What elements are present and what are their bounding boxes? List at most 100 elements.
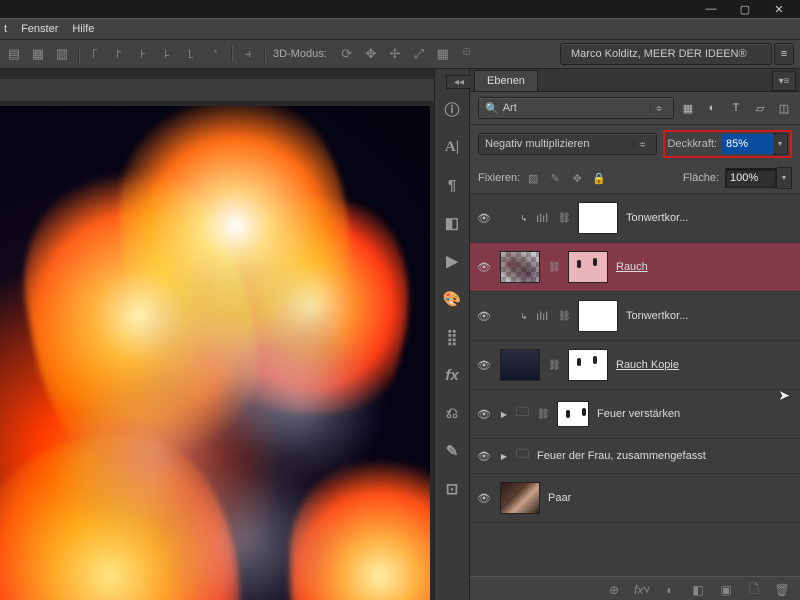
3d-roll-icon[interactable]: ✥ — [363, 46, 379, 62]
blend-mode-select[interactable]: Negativ multiplizieren ≑ — [478, 133, 657, 155]
opacity-field[interactable]: ▼ — [721, 134, 788, 154]
layer-name[interactable]: Feuer der Frau, zusammengefasst — [537, 450, 706, 462]
layer-name[interactable]: Tonwertkor... — [626, 212, 688, 224]
histogram-panel-icon[interactable]: ⣿ — [442, 327, 462, 347]
delete-layer-icon[interactable]: 🗑 — [774, 583, 790, 597]
brush-panel-icon[interactable]: ✎ — [442, 441, 462, 461]
new-group-icon[interactable]: ▣ — [718, 583, 734, 597]
document-tabstrip[interactable] — [0, 79, 434, 102]
timeline-panel-icon[interactable]: ▶ — [442, 251, 462, 271]
group-disclosure-icon[interactable]: ▶ — [500, 452, 508, 461]
layer-row[interactable]: 👁 ⛓ Rauch — [470, 243, 800, 292]
clone-source-panel-icon[interactable]: ⎌ — [442, 403, 462, 423]
filter-adjust-icon[interactable]: ◐ — [704, 100, 720, 116]
visibility-icon[interactable]: 👁 — [476, 450, 492, 463]
opacity-flyout-arrow-icon[interactable]: ▼ — [773, 133, 788, 155]
filter-smart-icon[interactable]: ◫ — [776, 100, 792, 116]
panel-collapse-handle[interactable]: ◂◂ — [446, 75, 472, 89]
workspace-select[interactable]: Marco Kolditz, MEER DER IDEEN® — [560, 43, 772, 65]
mask-thumbnail[interactable] — [578, 300, 618, 332]
maximize-icon[interactable]: ▢ — [734, 2, 756, 16]
workspace-menu-arrow-icon[interactable]: ≡ — [774, 43, 794, 65]
layer-name[interactable]: Rauch Kopie — [616, 359, 679, 371]
dropdown-arrow-icon: ≑ — [633, 140, 650, 149]
3d-camera-icon[interactable]: ⯐ — [459, 46, 475, 62]
new-layer-icon[interactable]: 🗋 — [746, 580, 762, 600]
lock-transparency-icon[interactable]: ▨ — [526, 171, 540, 185]
3d-slide-icon[interactable]: ⤢ — [411, 46, 427, 62]
filter-type-icon[interactable]: T — [728, 100, 744, 116]
visibility-icon[interactable]: 👁 — [476, 492, 492, 505]
filter-pixel-icon[interactable]: ▦ — [680, 100, 696, 116]
layer-name[interactable]: Paar — [548, 492, 571, 504]
layer-effects-icon[interactable]: fx˅ — [634, 583, 650, 597]
paragraph-panel-icon[interactable]: ¶ — [442, 175, 462, 195]
layer-name[interactable]: Tonwertkor... — [626, 310, 688, 322]
layer-thumbnail[interactable] — [500, 251, 540, 283]
distribute-hcenter-icon[interactable]: ꜖ — [183, 46, 199, 62]
distribute-top-icon[interactable]: ꜒ — [87, 46, 103, 62]
navigator-panel-icon[interactable]: ⊡ — [442, 479, 462, 499]
fill-flyout-arrow-icon[interactable]: ▼ — [777, 167, 792, 189]
layer-filter-kind-select[interactable]: 🔍 Art ≑ — [478, 97, 674, 119]
minimize-icon[interactable]: — — [700, 2, 722, 16]
mask-thumbnail[interactable] — [578, 202, 618, 234]
align-right-icon[interactable]: ▥ — [54, 46, 70, 62]
layer-row[interactable]: 👁 ↳ ılıl ⛓ Tonwertkor... — [470, 194, 800, 243]
layer-thumbnail[interactable] — [500, 482, 540, 514]
filter-shape-icon[interactable]: ▱ — [752, 100, 768, 116]
close-icon[interactable]: ✕ — [768, 2, 790, 16]
3d-scale-icon[interactable]: ▦ — [435, 46, 451, 62]
layers-panel-footer: ⊕ fx˅ ◐ ◧ ▣ 🗋 🗑 — [470, 576, 800, 600]
group-disclosure-icon[interactable]: ▶ — [500, 410, 508, 419]
lock-pixels-icon[interactable]: ✎ — [548, 171, 562, 185]
opacity-input[interactable] — [721, 134, 773, 154]
link-layers-icon[interactable]: ⊕ — [606, 583, 622, 597]
mask-thumbnail[interactable] — [557, 401, 589, 427]
new-adjustment-icon[interactable]: ◧ — [690, 583, 706, 597]
distribute-left-icon[interactable]: ꜕ — [159, 46, 175, 62]
fill-input[interactable] — [725, 168, 777, 188]
menu-item-help[interactable]: Hilfe — [72, 23, 94, 35]
layer-name[interactable]: Feuer verstärken — [597, 408, 680, 420]
visibility-icon[interactable]: 👁 — [476, 408, 492, 421]
visibility-icon[interactable]: 👁 — [476, 212, 492, 225]
canvas[interactable] — [0, 106, 430, 600]
lock-all-icon[interactable]: 🔒 — [592, 171, 606, 185]
adjustments-panel-icon[interactable]: ◧ — [442, 213, 462, 233]
panel-menu-icon[interactable]: ▾≡ — [772, 71, 796, 91]
add-mask-icon[interactable]: ◐ — [662, 583, 678, 597]
visibility-icon[interactable]: 👁 — [476, 359, 492, 372]
tab-layers[interactable]: Ebenen — [474, 70, 538, 91]
layer-row[interactable]: 👁 ⛓ Rauch Kopie — [470, 341, 800, 390]
menu-item[interactable]: t — [4, 23, 7, 35]
align-left-icon[interactable]: ▤ — [6, 46, 22, 62]
info-panel-icon[interactable]: ⓘ — [442, 99, 462, 119]
layer-row[interactable]: 👁 ▶ 🗀 Feuer der Frau, zusammengefasst — [470, 439, 800, 474]
character-panel-icon[interactable]: A| — [442, 137, 462, 157]
distribute-bottom-icon[interactable]: ꜔ — [135, 46, 151, 62]
menu-item-window[interactable]: Fenster — [21, 23, 58, 35]
3d-orbit-icon[interactable]: ⟳ — [339, 46, 355, 62]
fill-field[interactable]: ▼ — [725, 168, 792, 188]
layer-list: 👁 ↳ ılıl ⛓ Tonwertkor... 👁 ⛓ Rauch 👁 — [470, 194, 800, 576]
align-center-icon[interactable]: ▦ — [30, 46, 46, 62]
distribute-vcenter-icon[interactable]: ꜓ — [111, 46, 127, 62]
styles-panel-icon[interactable]: fx — [442, 365, 462, 385]
layer-thumbnail[interactable] — [500, 349, 540, 381]
visibility-icon[interactable]: 👁 — [476, 261, 492, 274]
mask-thumbnail[interactable] — [568, 251, 608, 283]
visibility-icon[interactable]: 👁 — [476, 310, 492, 323]
layer-name[interactable]: Rauch — [616, 261, 648, 273]
lock-position-icon[interactable]: ✥ — [570, 171, 584, 185]
folder-icon: 🗀 — [516, 445, 529, 467]
mask-thumbnail[interactable] — [568, 349, 608, 381]
layer-row[interactable]: 👁 ↳ ılıl ⛓ Tonwertkor... — [470, 292, 800, 341]
3d-pan-icon[interactable]: ✢ — [387, 46, 403, 62]
swatches-panel-icon[interactable]: 🎨 — [442, 289, 462, 309]
levels-adjustment-icon: ılıl — [536, 211, 550, 225]
layer-row[interactable]: 👁 ▶ 🗀 ⛓ Feuer verstärken — [470, 390, 800, 439]
distribute-right-icon[interactable]: ꜗ — [207, 46, 223, 62]
auto-align-icon[interactable]: ⫞ — [240, 46, 256, 62]
layer-row[interactable]: 👁 Paar — [470, 474, 800, 523]
